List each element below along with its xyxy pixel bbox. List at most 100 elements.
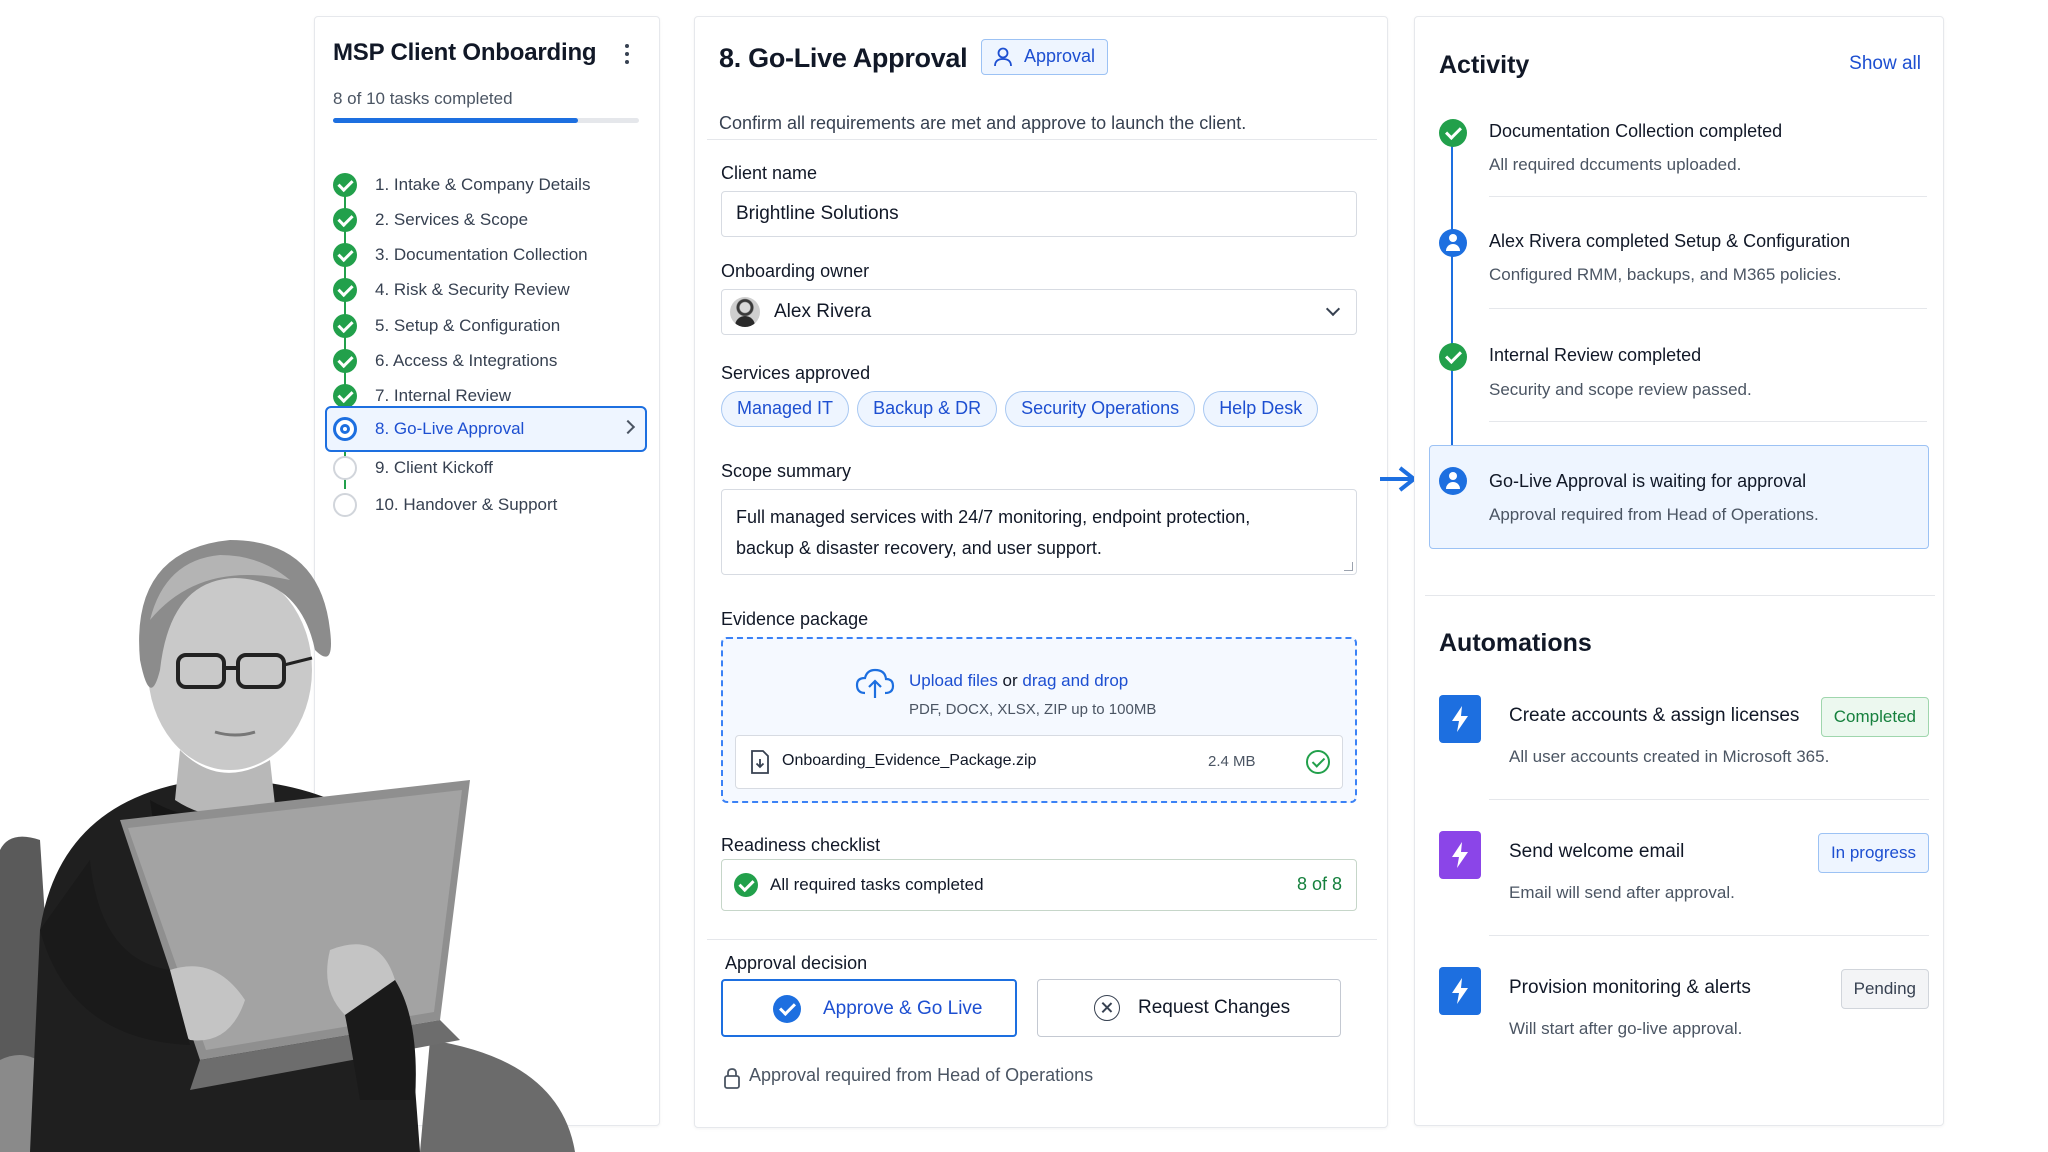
lightning-icon <box>1439 831 1481 879</box>
automation-title: Send welcome email <box>1509 841 1685 862</box>
resize-handle[interactable] <box>1344 562 1353 571</box>
progress-bar-fill <box>333 118 578 123</box>
upload-hint: PDF, DOCX, XLSX, ZIP up to 100MB <box>909 701 1157 718</box>
check-icon <box>1439 343 1467 371</box>
chevron-right-icon <box>620 419 636 435</box>
status-badge: Completed <box>1820 697 1929 737</box>
service-chip[interactable]: Backup & DR <box>857 391 998 427</box>
activity-detail: All required dccuments uploaded. <box>1489 155 1742 174</box>
service-chip[interactable]: Help Desk <box>1203 391 1319 427</box>
check-circle-icon <box>773 995 801 1023</box>
automation-detail: Will start after go-live approval. <box>1509 1019 1743 1038</box>
close-circle-icon <box>1094 995 1120 1021</box>
approve-go-live-button[interactable]: Approve & Go Live <box>721 979 1017 1037</box>
check-icon <box>734 873 758 897</box>
step-label: 1. Intake & Company Details <box>375 175 591 194</box>
check-icon <box>333 278 357 302</box>
user-icon <box>994 47 1012 67</box>
automation-item[interactable]: Send welcome email Email will send after… <box>1439 831 1929 941</box>
divider <box>1425 595 1935 596</box>
activity-detail: Configured RMM, backups, and M365 polici… <box>1489 265 1842 284</box>
lightning-icon <box>1439 695 1481 743</box>
progress-text: 8 of 10 tasks completed <box>333 89 513 108</box>
drag-drop-link[interactable]: drag and drop <box>1022 671 1128 690</box>
scope-line: Full managed services with 24/7 monitori… <box>736 507 1251 527</box>
file-name: Onboarding_Evidence_Package.zip <box>782 752 1037 769</box>
lock-icon <box>724 1068 740 1089</box>
step-label: 7. Internal Review <box>375 386 512 405</box>
divider <box>707 939 1377 940</box>
services-label: Services approved <box>721 363 871 383</box>
service-chip[interactable]: Security Operations <box>1005 391 1196 427</box>
checklist-count: 8 of 8 <box>1296 874 1342 894</box>
automation-title: Create accounts & assign licenses <box>1509 705 1800 726</box>
checklist-label: Readiness checklist <box>721 835 881 855</box>
chevron-down-icon <box>1325 301 1341 317</box>
divider <box>1489 421 1927 422</box>
check-icon <box>333 314 357 338</box>
activity-title: Activity <box>1439 51 1530 79</box>
file-size: 2.4 MB <box>1208 753 1256 770</box>
step-label: 2. Services & Scope <box>375 210 529 229</box>
cloud-upload-icon <box>855 668 895 698</box>
show-all-link[interactable]: Show all <box>1849 53 1921 75</box>
check-icon <box>333 384 357 408</box>
request-changes-label: Request Changes <box>1138 997 1291 1018</box>
avatar <box>730 297 760 327</box>
upload-prompt: Upload files or drag and drop <box>909 671 1128 691</box>
evidence-label: Evidence package <box>721 609 869 629</box>
activity-panel: Activity Show all Documentation Collecti… <box>1414 16 1944 1126</box>
sidebar-title: MSP Client Onboarding <box>333 39 597 66</box>
current-step-icon <box>333 417 357 441</box>
divider <box>1489 799 1929 800</box>
current-activity-highlight[interactable] <box>1429 445 1929 549</box>
empty-circle-icon <box>333 456 357 480</box>
uploaded-file-row[interactable]: Onboarding_Evidence_Package.zip 2.4 MB <box>735 735 1343 789</box>
automations-title: Automations <box>1439 629 1592 657</box>
check-icon <box>333 208 357 232</box>
services-chips: Managed IT Backup & DR Security Operatio… <box>721 391 1319 427</box>
owner-label: Onboarding owner <box>721 261 870 281</box>
user-icon <box>1439 229 1467 257</box>
readiness-checklist[interactable]: All required tasks completed 8 of 8 <box>721 859 1357 911</box>
divider <box>1489 935 1929 936</box>
step-label: 5. Setup & Configuration <box>375 316 561 335</box>
page-subtitle: Confirm all requirements are met and app… <box>719 113 1247 133</box>
upload-files-link[interactable]: Upload files <box>909 671 998 690</box>
check-circle-icon <box>1306 750 1330 774</box>
check-icon <box>1439 119 1467 147</box>
scope-line: backup & disaster recovery, and user sup… <box>736 538 1102 558</box>
automation-detail: Email will send after approval. <box>1509 883 1735 902</box>
page-title: 8. Go-Live Approval <box>719 43 968 73</box>
service-chip[interactable]: Managed IT <box>721 391 850 427</box>
activity-title-text: Internal Review completed <box>1489 345 1702 365</box>
activity-title-text: Alex Rivera completed Setup & Configurat… <box>1489 231 1851 251</box>
automation-title: Provision monitoring & alerts <box>1509 977 1751 998</box>
step-label: 9. Client Kickoff <box>375 458 493 477</box>
owner-select[interactable]: Alex Rivera <box>721 289 1357 335</box>
step-label: 4. Risk & Security Review <box>375 280 570 299</box>
owner-name: Alex Rivera <box>774 301 872 322</box>
automation-item[interactable]: Provision monitoring & alerts Will start… <box>1439 967 1929 1077</box>
automation-item[interactable]: Create accounts & assign licenses All us… <box>1439 695 1929 805</box>
divider <box>1489 308 1927 309</box>
client-name-input[interactable]: Brightline Solutions <box>721 191 1357 237</box>
lightning-icon <box>1439 967 1481 1015</box>
step-label: 8. Go-Live Approval <box>375 419 525 438</box>
automation-detail: All user accounts created in Microsoft 3… <box>1509 747 1830 766</box>
upload-or-text: or <box>997 671 1023 690</box>
more-options-icon[interactable] <box>619 41 635 71</box>
scope-summary-textarea[interactable]: Full managed services with 24/7 monitori… <box>721 489 1357 575</box>
divider <box>1489 196 1927 197</box>
scope-label: Scope summary <box>721 461 852 481</box>
status-badge: Pending <box>1840 969 1929 1009</box>
activity-detail: Security and scope review passed. <box>1489 380 1752 399</box>
approval-badge-label: Approval <box>1024 46 1096 66</box>
file-dropzone[interactable]: Upload files or drag and drop PDF, DOCX,… <box>721 637 1357 803</box>
user-icon <box>1439 467 1467 495</box>
activity-title-text: Documentation Collection completed <box>1489 121 1783 141</box>
request-changes-button[interactable]: Request Changes <box>1037 979 1341 1037</box>
approval-badge: Approval <box>981 39 1109 75</box>
step-label: 6. Access & Integrations <box>375 351 558 370</box>
checklist-text: All required tasks completed <box>770 875 984 894</box>
